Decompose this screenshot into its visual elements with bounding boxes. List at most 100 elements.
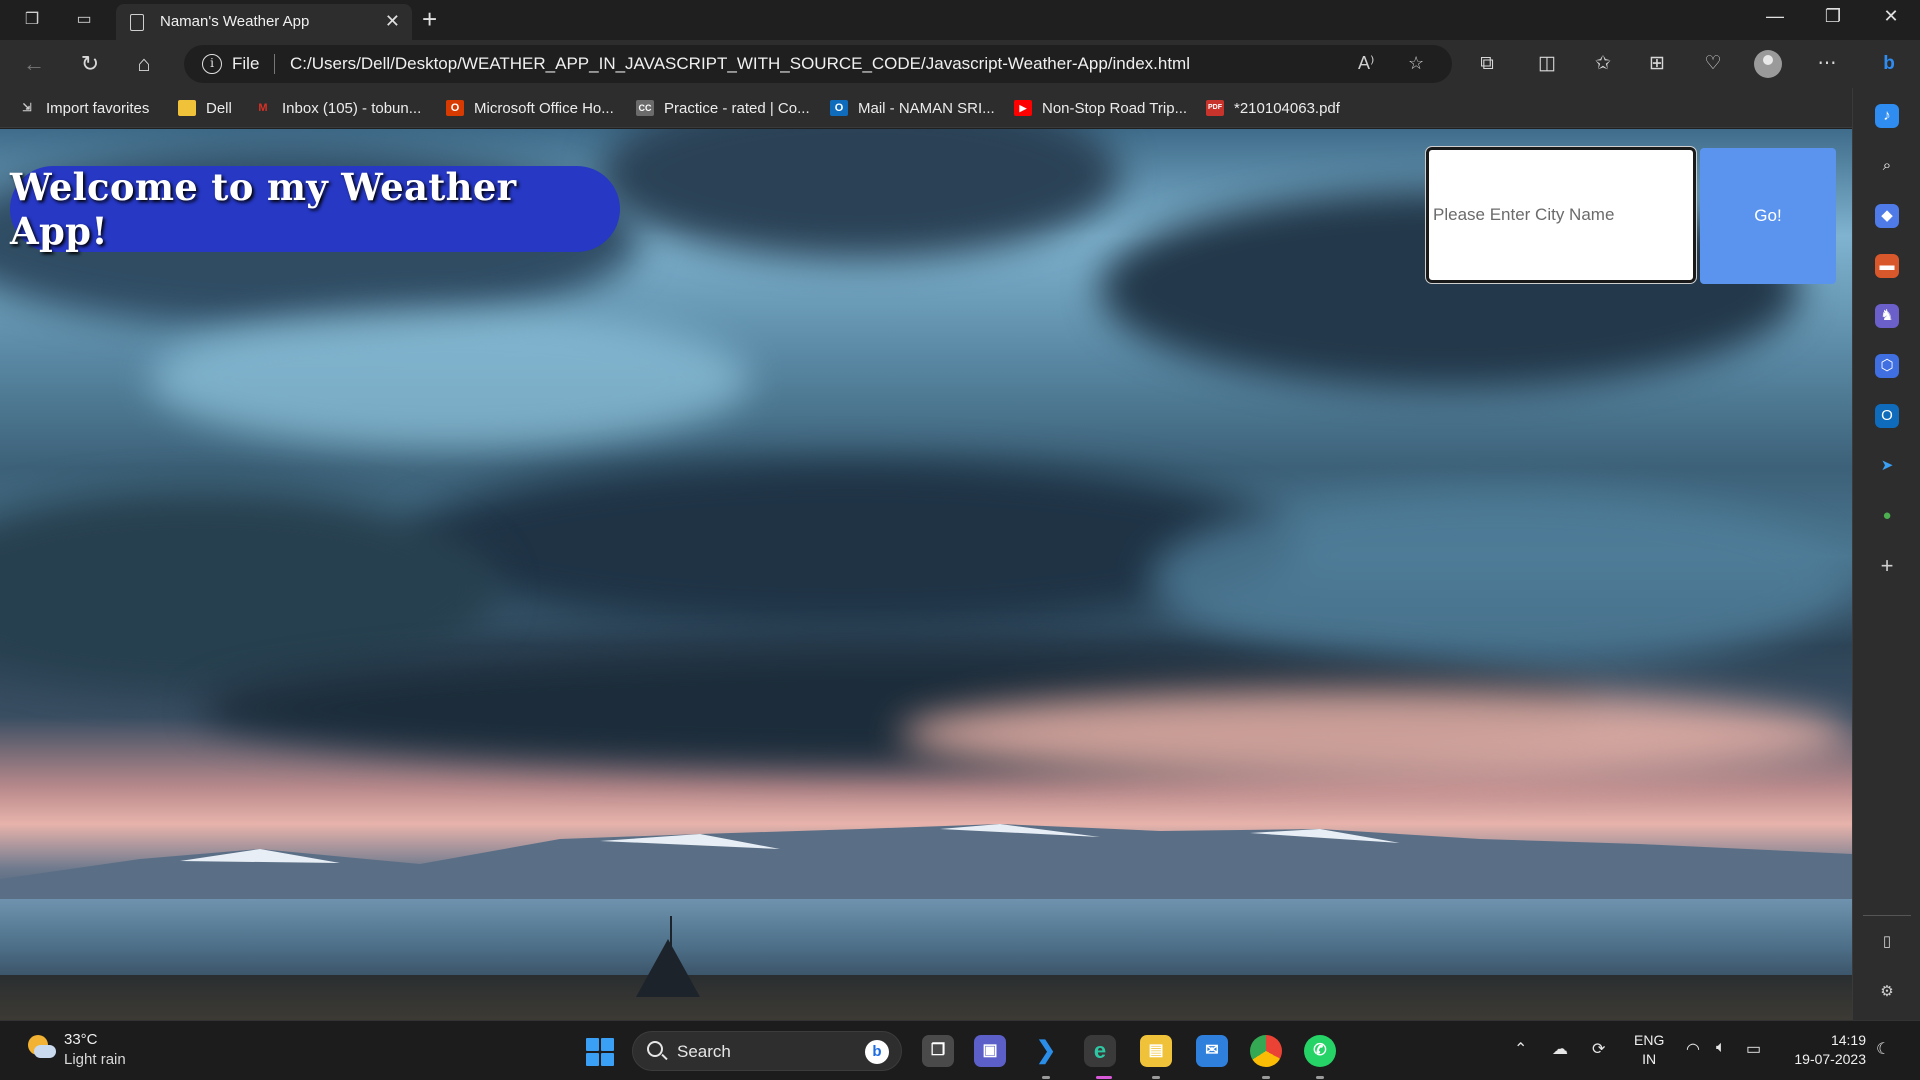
favorite-label: Mail - NAMAN SRI... <box>858 99 995 117</box>
read-aloud-icon[interactable]: A⁾ <box>1358 53 1374 74</box>
snowy-mountains <box>0 824 1852 909</box>
task-view-icon[interactable]: ❐ <box>922 1035 954 1067</box>
edge-sidebar: ♪ ⌕ ◆ ▬ ♞ ⬡ O ➤ ● + ▯ ⚙ <box>1852 88 1920 1020</box>
favorite-codechef[interactable]: CC Practice - rated | Co... <box>636 97 810 119</box>
minimize-button[interactable]: — <box>1760 6 1790 27</box>
onedrive-cloud-icon[interactable]: ☁ <box>1552 1039 1568 1059</box>
file-explorer-icon[interactable]: ▤ <box>1140 1035 1172 1067</box>
favorite-gmail[interactable]: M Inbox (105) - tobun... <box>254 97 421 119</box>
restore-button[interactable]: ❐ <box>1818 6 1848 27</box>
pdf-icon: PDF <box>1206 100 1224 116</box>
whatsapp-icon[interactable]: ✆ <box>1304 1035 1336 1067</box>
home-icon[interactable]: ⌂ <box>130 50 158 78</box>
bing-copilot-icon[interactable]: b <box>1874 50 1904 78</box>
url-scheme-label: File <box>232 54 260 73</box>
shopping-tag-icon[interactable]: ◆ <box>1875 204 1899 228</box>
sidebar-settings-gear-icon[interactable]: ⚙ <box>1875 980 1899 1004</box>
tab-active[interactable]: Naman's Weather App ✕ <box>116 4 412 40</box>
favorite-star-icon[interactable]: ☆ <box>1408 53 1424 74</box>
weather-temperature[interactable]: 33°C <box>64 1031 98 1048</box>
gmail-icon: M <box>258 102 268 114</box>
running-indicator <box>1042 1076 1050 1079</box>
running-indicator <box>1316 1076 1324 1079</box>
favorite-dell[interactable]: Dell <box>178 97 232 119</box>
outlook-sidebar-icon[interactable]: O <box>1875 404 1899 428</box>
shoreline <box>0 975 1852 1020</box>
outlook-icon: O <box>830 100 848 116</box>
system-clock[interactable]: 14:19 19-07-2023 <box>1776 1031 1866 1069</box>
url-text[interactable]: C:/Users/Dell/Desktop/WEATHER_APP_IN_JAV… <box>290 54 1190 74</box>
language-indicator[interactable]: ENG IN <box>1634 1031 1664 1069</box>
teams-chat-icon[interactable]: ▣ <box>974 1035 1006 1067</box>
favorite-label: Inbox (105) - tobun... <box>282 99 422 117</box>
refresh-icon[interactable]: ↻ <box>76 50 104 78</box>
sidebar-search-icon[interactable]: ⌕ <box>1875 154 1899 178</box>
games-icon[interactable]: ♞ <box>1875 304 1899 328</box>
cloud-icon <box>34 1045 56 1058</box>
notifications-bell-icon[interactable]: ♪ <box>1875 104 1899 128</box>
favorite-import[interactable]: ⇲ Import favorites <box>18 97 149 119</box>
bing-icon[interactable]: b <box>865 1040 889 1064</box>
notification-center-icon[interactable]: ☾ <box>1876 1039 1890 1059</box>
weather-widget-icon[interactable] <box>26 1033 56 1063</box>
page-title: Welcome to my Weather App! <box>10 165 517 253</box>
favorite-pdf[interactable]: PDF *210104063.pdf <box>1206 97 1340 119</box>
extensions-icon[interactable]: ⧉ <box>1472 50 1502 78</box>
address-toolbar: ← ↻ ⌂ i File C:/Users/Dell/Desktop/WEATH… <box>0 40 1920 88</box>
taskbar-search[interactable]: Search b <box>632 1031 902 1071</box>
battery-icon[interactable]: ▭ <box>1746 1039 1761 1059</box>
start-tile <box>586 1053 599 1066</box>
collections-icon[interactable]: ⊞ <box>1642 50 1672 78</box>
language-code: ENG <box>1634 1032 1665 1048</box>
favorite-office[interactable]: O Microsoft Office Ho... <box>446 97 614 119</box>
tab-actions-icon[interactable]: ▭ <box>72 8 96 32</box>
chrome-icon[interactable] <box>1250 1035 1282 1067</box>
drop-icon[interactable]: ➤ <box>1875 454 1899 478</box>
favorite-label: Import favorites <box>46 99 150 117</box>
favorite-label: *210104063.pdf <box>1234 99 1340 117</box>
site-info-icon[interactable]: i <box>202 54 222 74</box>
sidebar-divider <box>1863 915 1911 916</box>
search-icon <box>647 1041 663 1057</box>
import-favorites-icon: ⇲ <box>22 102 32 114</box>
vscode-icon[interactable]: ❯ <box>1030 1035 1062 1067</box>
tools-briefcase-icon[interactable]: ▬ <box>1875 254 1899 278</box>
running-indicator <box>1152 1076 1160 1079</box>
close-tab-icon[interactable]: ✕ <box>385 11 400 32</box>
start-button[interactable] <box>586 1038 614 1066</box>
go-button[interactable]: Go! <box>1700 148 1836 284</box>
favorite-youtube[interactable]: ▶ Non-Stop Road Trip... <box>1014 97 1187 119</box>
close-window-button[interactable]: ✕ <box>1876 6 1906 27</box>
tree-icon[interactable]: ● <box>1875 504 1899 528</box>
tab-title: Naman's Weather App <box>160 13 310 30</box>
sunset-glow <box>900 689 1850 779</box>
profile-avatar[interactable] <box>1754 50 1782 78</box>
youtube-icon: ▶ <box>1014 100 1032 116</box>
sync-icon[interactable]: ⟳ <box>1592 1039 1605 1059</box>
hide-sidebar-icon[interactable]: ▯ <box>1875 930 1899 954</box>
weather-condition[interactable]: Light rain <box>64 1051 126 1068</box>
address-bar[interactable]: i File C:/Users/Dell/Desktop/WEATHER_APP… <box>184 45 1452 83</box>
back-arrow-icon[interactable]: ← <box>20 50 48 78</box>
workspaces-icon[interactable]: ❒ <box>20 8 44 32</box>
active-indicator <box>1096 1076 1112 1079</box>
mail-icon[interactable]: ✉ <box>1196 1035 1228 1067</box>
show-hidden-icons-chevron-icon[interactable]: ⌃ <box>1514 1039 1527 1059</box>
wifi-icon[interactable]: ◠ <box>1686 1039 1700 1059</box>
sky-gap <box>150 309 750 449</box>
edge-icon[interactable]: e <box>1084 1035 1116 1067</box>
start-tile <box>601 1053 614 1066</box>
browser-essentials-icon[interactable]: ♡ <box>1698 50 1728 78</box>
split-screen-icon[interactable]: ◫ <box>1532 50 1562 78</box>
add-sidebar-app-icon[interactable]: + <box>1875 554 1899 578</box>
more-options-icon[interactable]: ⋯ <box>1812 50 1842 78</box>
microsoft-365-icon[interactable]: ⬡ <box>1875 354 1899 378</box>
city-search-input[interactable] <box>1425 146 1697 284</box>
region-code: IN <box>1642 1051 1657 1067</box>
clock-date: 19-07-2023 <box>1794 1051 1866 1067</box>
speaker-muted-icon[interactable]: 🔈︎ <box>1716 1039 1726 1057</box>
page-viewport: Welcome to my Weather App! Go! <box>0 129 1852 1020</box>
new-tab-button[interactable]: + <box>422 4 437 34</box>
favorite-outlook[interactable]: O Mail - NAMAN SRI... <box>830 97 995 119</box>
favorites-icon[interactable]: ✩ <box>1588 50 1618 78</box>
